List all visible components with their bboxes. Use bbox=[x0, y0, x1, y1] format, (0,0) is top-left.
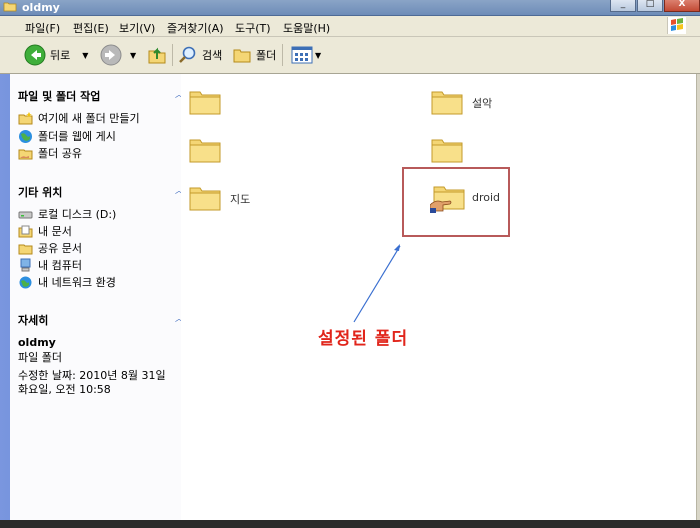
folder-label[interactable]: 지도 bbox=[230, 191, 250, 207]
computer-icon bbox=[18, 258, 33, 273]
window-title: oldmy bbox=[22, 1, 60, 14]
up-folder-button[interactable] bbox=[147, 37, 167, 73]
views-dropdown-icon[interactable]: ▼ bbox=[315, 51, 321, 60]
folders-label: 폴더 bbox=[256, 49, 277, 62]
place-my-documents[interactable]: 내 문서 bbox=[18, 223, 72, 239]
folder-icon[interactable] bbox=[188, 182, 222, 212]
share-folder-label: 폴더 공유 bbox=[38, 147, 82, 160]
share-folder-icon bbox=[18, 146, 33, 161]
share-folder-task[interactable]: 폴더 공유 bbox=[18, 145, 82, 161]
views-button[interactable]: ▼ bbox=[291, 37, 321, 73]
folder-icon bbox=[3, 2, 17, 12]
menu-view[interactable]: 보기(V) bbox=[119, 20, 155, 36]
up-folder-icon bbox=[148, 47, 166, 64]
maximize-button[interactable]: □ bbox=[637, 0, 663, 12]
task-pane: 파일 및 폴더 작업 ︿ 여기에 새 폴더 만들기 폴더를 웹에 게시 폴더 공… bbox=[0, 74, 183, 520]
folders-icon bbox=[233, 49, 251, 63]
globe-icon bbox=[18, 129, 33, 144]
back-button[interactable]: 뒤로 ▼ bbox=[24, 37, 88, 73]
place-network[interactable]: 내 네트워크 환경 bbox=[18, 274, 116, 290]
folder-icon[interactable] bbox=[188, 86, 222, 116]
back-label: 뒤로 bbox=[50, 49, 71, 62]
minimize-button[interactable]: _ bbox=[610, 0, 636, 12]
menu-edit[interactable]: 편집(E) bbox=[73, 20, 109, 36]
forward-arrow-icon bbox=[100, 44, 122, 66]
tasks-panel-title[interactable]: 파일 및 폴더 작업 bbox=[18, 88, 100, 104]
folder-icon bbox=[18, 241, 33, 256]
task-pane-body: 파일 및 폴더 작업 ︿ 여기에 새 폴더 만들기 폴더를 웹에 게시 폴더 공… bbox=[10, 74, 183, 520]
search-icon bbox=[179, 46, 196, 63]
annotation-label: 설정된 폴더 bbox=[318, 329, 409, 349]
close-icon: X bbox=[678, 0, 686, 9]
forward-dropdown-icon[interactable]: ▼ bbox=[130, 51, 136, 60]
menu-file[interactable]: 파일(F) bbox=[25, 20, 60, 36]
local-disk-label: 로컬 디스크 (D:) bbox=[38, 208, 117, 221]
drive-icon bbox=[18, 207, 33, 222]
desktop-strip bbox=[0, 520, 700, 528]
place-shared-documents[interactable]: 공유 문서 bbox=[18, 240, 82, 256]
folder-icon[interactable] bbox=[430, 134, 464, 164]
folder-label[interactable]: 설악 bbox=[472, 95, 492, 111]
search-button[interactable]: 검색 bbox=[178, 37, 222, 73]
details-type: 파일 폴더 bbox=[18, 351, 62, 364]
toolbar: 뒤로 ▼ ▼ 검색 폴더 ▼ bbox=[0, 37, 700, 74]
folders-button[interactable]: 폴더 bbox=[232, 37, 276, 73]
views-icon bbox=[291, 46, 313, 64]
windows-logo-icon bbox=[667, 17, 686, 34]
back-dropdown-icon[interactable]: ▼ bbox=[82, 51, 88, 60]
publish-web-task[interactable]: 폴더를 웹에 게시 bbox=[18, 128, 116, 144]
place-local-disk[interactable]: 로컬 디스크 (D:) bbox=[18, 206, 116, 222]
menu-tools[interactable]: 도구(T) bbox=[235, 20, 271, 36]
toolbar-separator bbox=[282, 44, 283, 66]
title-bar: oldmy _ □ X bbox=[0, 0, 700, 16]
details-name: oldmy bbox=[18, 336, 56, 349]
highlight-box bbox=[402, 167, 510, 237]
folder-icon[interactable] bbox=[188, 134, 222, 164]
maximize-icon: □ bbox=[645, 0, 655, 9]
network-label: 내 네트워크 환경 bbox=[38, 276, 116, 289]
window-right-border bbox=[696, 74, 700, 520]
menu-favorites[interactable]: 즐겨찾기(A) bbox=[167, 20, 224, 36]
new-folder-label: 여기에 새 폴더 만들기 bbox=[38, 112, 140, 125]
pointer-arrow bbox=[353, 244, 401, 323]
my-computer-label: 내 컴퓨터 bbox=[38, 259, 82, 272]
shared-documents-label: 공유 문서 bbox=[38, 242, 82, 255]
other-places-title[interactable]: 기타 위치 bbox=[18, 184, 62, 200]
publish-web-label: 폴더를 웹에 게시 bbox=[38, 130, 116, 143]
close-button[interactable]: X bbox=[664, 0, 700, 12]
toolbar-separator bbox=[172, 44, 173, 66]
new-folder-task[interactable]: 여기에 새 폴더 만들기 bbox=[18, 110, 140, 126]
details-title[interactable]: 자세히 bbox=[18, 312, 48, 328]
back-arrow-icon bbox=[24, 44, 46, 66]
folder-icon[interactable] bbox=[430, 86, 464, 116]
details-modified-time: 화요일, 오전 10:58 bbox=[18, 383, 111, 396]
menu-help[interactable]: 도움말(H) bbox=[283, 20, 330, 36]
my-documents-label: 내 문서 bbox=[38, 225, 72, 238]
menu-bar: 파일(F) 편집(E) 보기(V) 즐겨찾기(A) 도구(T) 도움말(H) bbox=[0, 16, 700, 37]
forward-button[interactable]: ▼ bbox=[100, 37, 136, 73]
new-folder-icon bbox=[18, 111, 33, 126]
search-label: 검색 bbox=[202, 49, 223, 62]
network-icon bbox=[18, 275, 33, 290]
documents-icon bbox=[18, 224, 33, 239]
minimize-icon: _ bbox=[620, 0, 626, 9]
place-my-computer[interactable]: 내 컴퓨터 bbox=[18, 257, 82, 273]
